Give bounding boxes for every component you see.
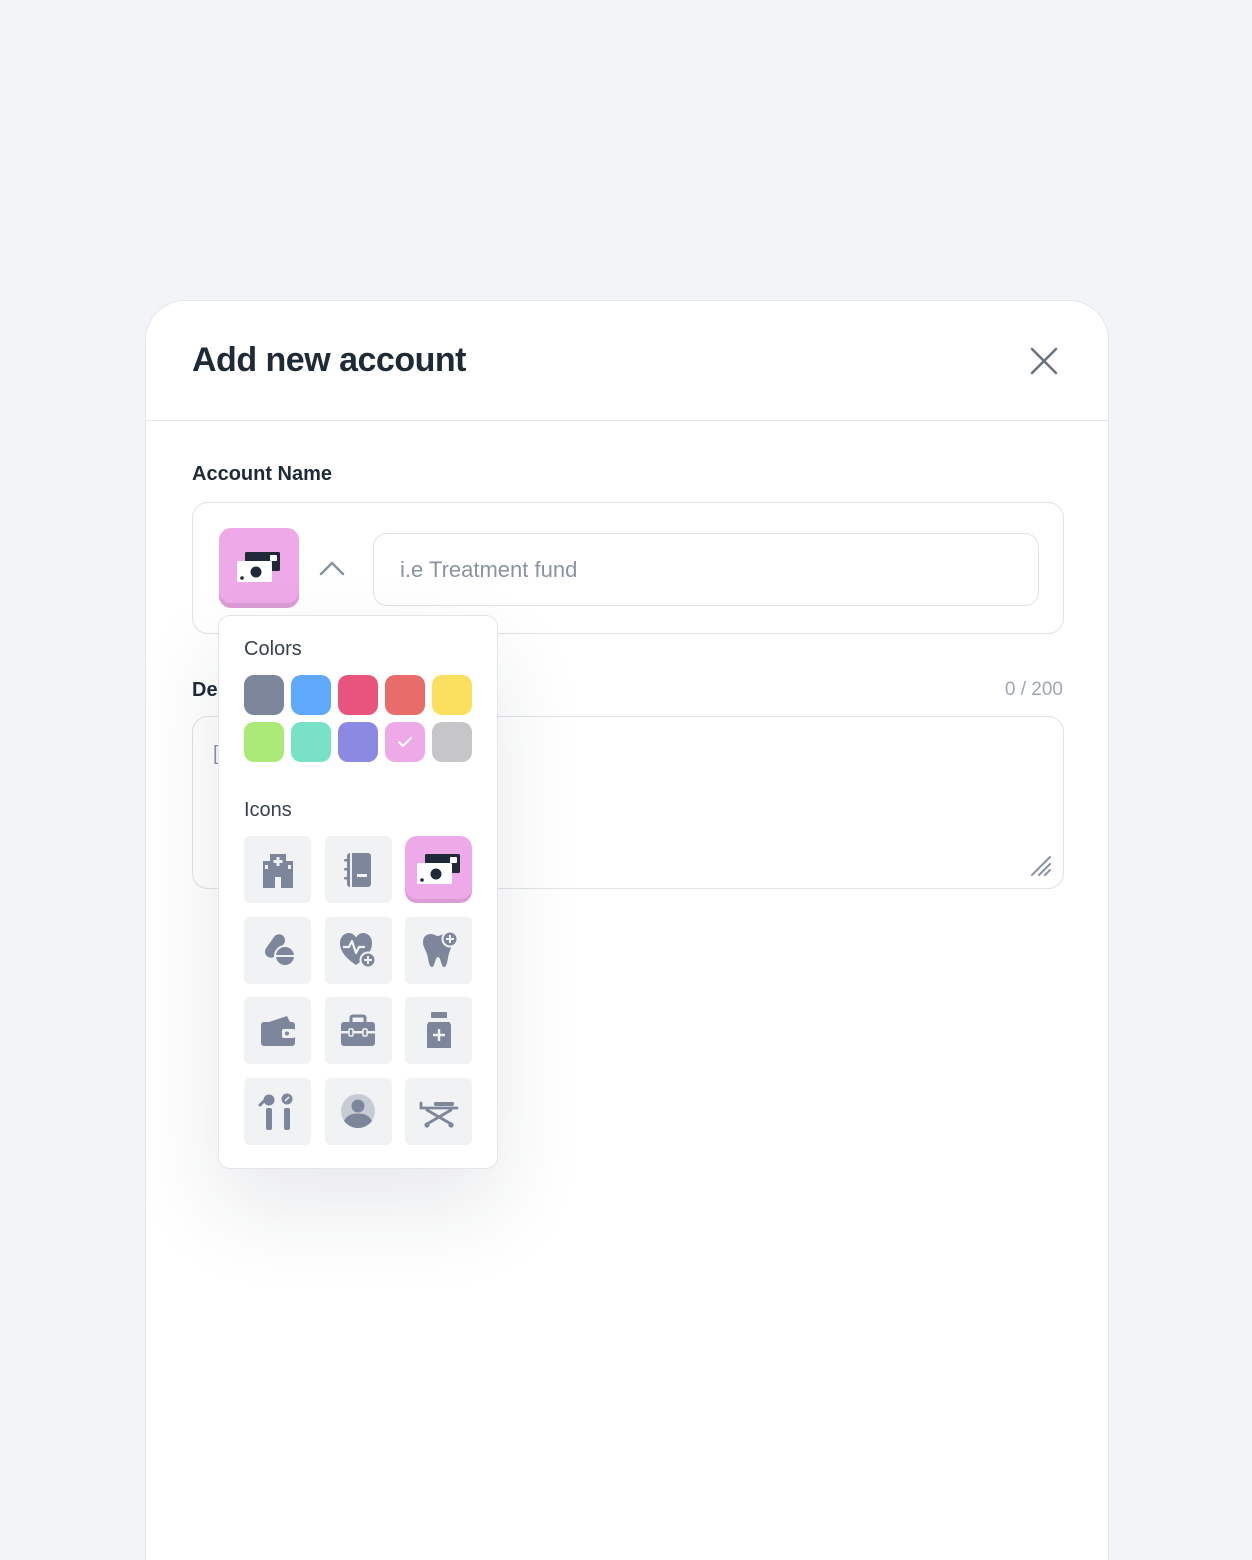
- color-swatch-green[interactable]: [244, 722, 284, 762]
- color-swatch-teal[interactable]: [291, 722, 331, 762]
- color-swatch-lilac[interactable]: [385, 722, 425, 762]
- chevron-up-icon: [319, 561, 345, 576]
- icon-option-notebook[interactable]: [324, 836, 392, 903]
- icon-option-person[interactable]: [324, 1077, 392, 1145]
- color-swatch-slate[interactable]: [244, 675, 284, 715]
- description-character-counter: 0 / 200: [1004, 679, 1063, 700]
- money-icon: [237, 552, 280, 582]
- color-swatch-yellow[interactable]: [432, 675, 472, 715]
- close-button[interactable]: [1024, 341, 1064, 381]
- selected-account-icon-button[interactable]: [219, 528, 299, 608]
- icon-option-tooth[interactable]: [405, 916, 472, 984]
- icons-heading: Icons: [244, 799, 292, 821]
- colors-grid: [244, 675, 472, 762]
- icon-option-medicine-bottle[interactable]: [405, 997, 472, 1064]
- color-swatch-gray[interactable]: [432, 722, 472, 762]
- close-icon: [1030, 347, 1058, 375]
- color-swatch-salmon[interactable]: [385, 675, 425, 715]
- money-icon: [416, 853, 460, 884]
- dental-tools-icon: [258, 1093, 292, 1130]
- account-name-input[interactable]: [373, 533, 1039, 606]
- resize-handle-icon[interactable]: [1029, 854, 1051, 876]
- wallet-icon: [260, 1015, 295, 1046]
- icon-option-wallet[interactable]: [244, 997, 311, 1064]
- color-icon-picker-dropdown: Colors Icons: [218, 615, 498, 1169]
- check-icon: [398, 737, 412, 747]
- icon-option-briefcase[interactable]: [324, 997, 392, 1064]
- icons-grid: [244, 836, 472, 1145]
- tooth-icon: [422, 930, 458, 967]
- toggle-picker-button[interactable]: [315, 553, 349, 583]
- icon-option-pills[interactable]: [244, 916, 311, 984]
- briefcase-icon: [341, 1014, 375, 1046]
- colors-heading: Colors: [244, 638, 302, 660]
- icon-option-heart-health[interactable]: [324, 916, 392, 984]
- icon-option-money[interactable]: [405, 836, 472, 903]
- account-name-label: Account Name: [192, 463, 333, 485]
- icon-option-dental-tools[interactable]: [244, 1077, 311, 1145]
- stretcher-icon: [419, 1101, 458, 1128]
- color-swatch-blue[interactable]: [291, 675, 331, 715]
- notebook-icon: [344, 852, 371, 887]
- color-swatch-purple[interactable]: [338, 722, 378, 762]
- hospital-icon: [262, 853, 293, 888]
- icon-option-stretcher[interactable]: [405, 1077, 472, 1145]
- color-swatch-pink[interactable]: [338, 675, 378, 715]
- modal-header: Add new account: [146, 301, 1108, 421]
- heart-health-icon: [340, 933, 377, 969]
- icon-option-hospital[interactable]: [244, 836, 311, 903]
- medicine-bottle-icon: [426, 1011, 451, 1048]
- modal-title: Add new account: [192, 341, 466, 379]
- pills-icon: [264, 934, 296, 967]
- person-icon: [341, 1094, 375, 1128]
